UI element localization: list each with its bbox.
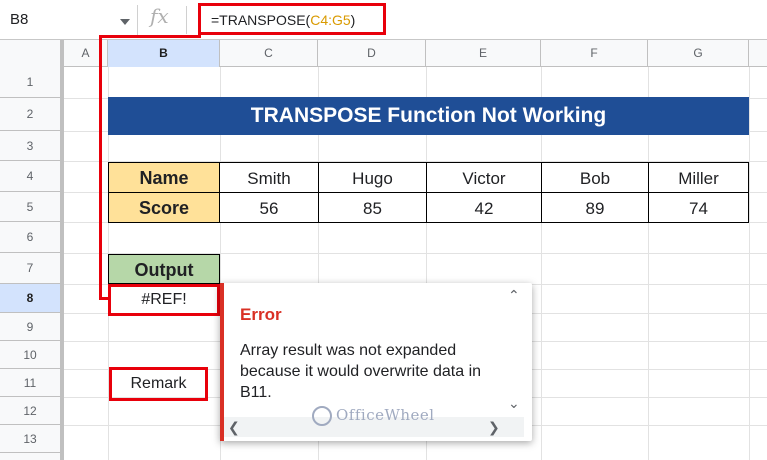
row-header-13[interactable]: 13 — [0, 425, 60, 453]
score-cell-miller[interactable]: 74 — [648, 192, 749, 223]
highlight-connector — [99, 35, 201, 38]
formula-separator — [186, 6, 187, 34]
row-header-9[interactable]: 9 — [0, 313, 60, 341]
formula-input[interactable]: =TRANSPOSE(C4:G5) — [198, 3, 386, 35]
row-header-5[interactable]: 5 — [0, 192, 60, 222]
chevron-up-icon[interactable]: ⌃ — [508, 287, 520, 304]
column-header-e[interactable]: E — [426, 40, 541, 67]
column-header-g[interactable]: G — [648, 40, 749, 67]
row-header-11[interactable]: 11 — [0, 369, 60, 397]
formula-prefix: =TRANSPOSE( — [211, 12, 311, 28]
sheet-title: TRANSPOSE Function Not Working — [108, 97, 749, 135]
name-cell-victor[interactable]: Victor — [426, 162, 542, 193]
row-header-3[interactable]: 3 — [0, 131, 60, 161]
row-header-4[interactable]: 4 — [0, 161, 60, 192]
watermark-text: OfficeWheel — [336, 406, 435, 424]
output-header-cell[interactable]: Output — [108, 254, 220, 284]
row-header-10[interactable]: 10 — [0, 341, 60, 369]
name-cell-smith[interactable]: Smith — [219, 162, 319, 193]
row-header-6[interactable]: 6 — [0, 222, 60, 253]
score-cell-bob[interactable]: 89 — [541, 192, 649, 223]
score-cell-victor[interactable]: 42 — [426, 192, 542, 223]
chevron-right-icon[interactable]: ❯ — [488, 419, 500, 436]
row-header-column: 1 2 3 4 5 6 7 8 9 10 11 12 13 — [0, 67, 64, 460]
name-cell-miller[interactable]: Miller — [648, 162, 749, 193]
name-cell-bob[interactable]: Bob — [541, 162, 649, 193]
formula-range: C4:G5 — [310, 12, 351, 28]
score-cell-hugo[interactable]: 85 — [318, 192, 427, 223]
column-header-c[interactable]: C — [220, 40, 318, 67]
chevron-left-icon[interactable]: ❮ — [228, 419, 240, 436]
officewheel-logo-icon — [312, 406, 332, 426]
formula-suffix: ) — [350, 12, 356, 28]
score-header-cell[interactable]: Score — [108, 192, 220, 223]
error-title: Error — [240, 305, 282, 324]
column-header-row: A B C D E F G — [0, 40, 767, 67]
name-header-cell[interactable]: Name — [108, 162, 220, 193]
output-cell-b8[interactable]: #REF! — [108, 284, 220, 316]
highlight-connector — [99, 297, 111, 300]
row-header-7[interactable]: 7 — [0, 253, 60, 284]
watermark: OfficeWheel — [312, 406, 435, 426]
column-header-f[interactable]: F — [541, 40, 648, 67]
select-all-corner[interactable] — [0, 40, 64, 67]
row-header-8[interactable]: 8 — [0, 284, 60, 313]
row-header-1[interactable]: 1 — [0, 67, 60, 98]
highlight-connector — [99, 35, 102, 300]
dropdown-arrow-icon[interactable] — [120, 19, 130, 25]
name-box[interactable]: B8 — [0, 5, 138, 35]
column-header-b[interactable]: B — [108, 40, 220, 67]
name-box-value: B8 — [10, 11, 29, 28]
remark-cell-b11[interactable]: Remark — [109, 367, 208, 401]
row-header-2[interactable]: 2 — [0, 98, 60, 131]
name-cell-hugo[interactable]: Hugo — [318, 162, 427, 193]
score-cell-smith[interactable]: 56 — [219, 192, 319, 223]
row-header-12[interactable]: 12 — [0, 397, 60, 425]
formula-text: =TRANSPOSE(C4:G5) — [211, 12, 355, 28]
column-header-d[interactable]: D — [318, 40, 426, 67]
fx-icon: fx — [150, 4, 169, 28]
formula-bar: B8 fx =TRANSPOSE(C4:G5) — [0, 0, 767, 40]
chevron-down-icon[interactable]: ⌄ — [508, 395, 520, 412]
error-message: Array result was not expanded because it… — [240, 342, 482, 401]
